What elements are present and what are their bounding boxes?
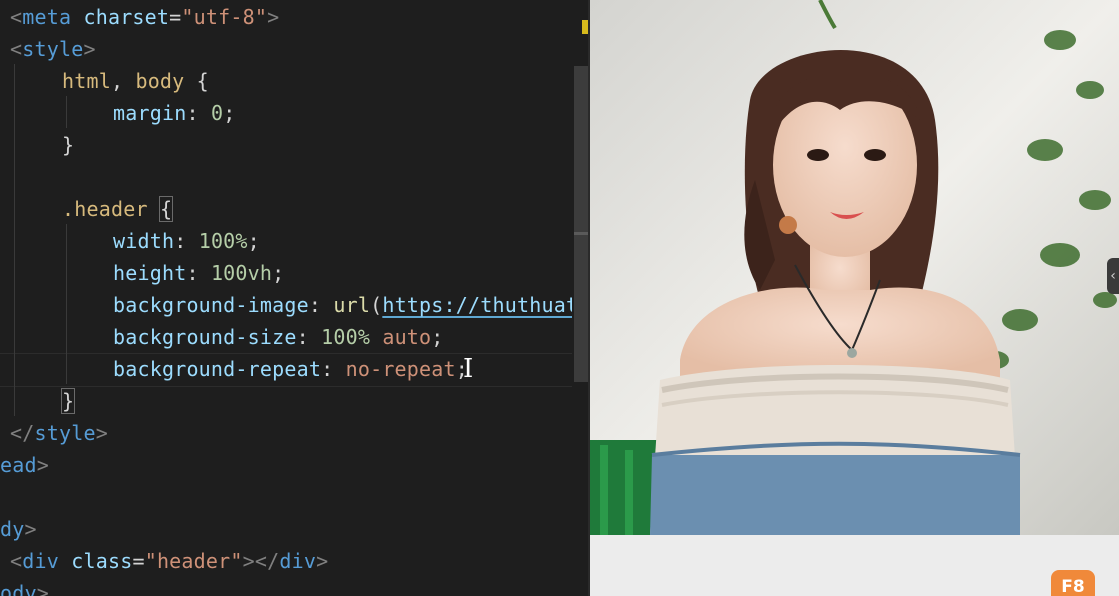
code-token: > [36,581,49,596]
code-token: ; [431,325,444,349]
code-line[interactable]: background-image: url(https://thuthuat [113,289,578,321]
code-line[interactable]: } [62,129,74,161]
code-line[interactable]: ody> [0,577,49,596]
code-token: div [22,549,59,573]
code-token: "utf-8" [181,5,268,29]
code-token: ody [0,581,37,596]
code-editor[interactable]: <meta charset="utf-8"> <style> html, body … [0,0,588,596]
code-token: style [22,37,84,61]
code-line[interactable]: height: 100vh; [113,257,284,289]
code-token: 100% [198,229,248,253]
code-token: .header [62,197,148,221]
code-line[interactable]: .header { [62,193,174,225]
code-token: : [308,293,334,317]
code-token: : [186,261,211,285]
code-token: div [279,549,317,573]
code-token: no-repeat [345,357,456,381]
editor-scrollbar-thumb[interactable] [574,66,588,382]
code-line[interactable]: <meta charset="utf-8"> [10,1,279,33]
code-token: style [34,421,96,445]
indent-guide [66,96,67,128]
code-token: "header" [144,549,243,573]
code-token: > [36,453,49,477]
indent-guide [14,64,15,416]
code-line[interactable]: ead> [0,449,49,481]
browser-preview: ‹ F8 [590,0,1119,596]
code-token: > [95,421,108,445]
code-token: : [296,325,322,349]
code-token: < [10,5,23,29]
code-token: background-repeat [113,357,322,381]
code-token: = [169,5,182,29]
code-token: = [132,549,145,573]
I-beam-icon: I [463,354,474,384]
code-token: background-image [113,293,309,317]
code-line[interactable]: background-size: 100% auto; [113,321,444,353]
code-token: , [110,69,136,93]
code-token: : [186,101,211,125]
code-line[interactable]: margin: 0; [113,97,235,129]
code-token: < [10,549,23,573]
code-token: { [184,69,209,93]
code-token: ; [272,261,285,285]
code-token: ></ [242,549,280,573]
indent-guide [66,224,67,384]
code-line[interactable]: } [60,385,76,417]
code-token: { [158,196,174,222]
code-token: </ [10,421,35,445]
code-token: html [62,69,111,93]
code-token: class [71,549,133,573]
code-token: ead [0,453,37,477]
code-line[interactable]: width: 100%; [113,225,260,257]
code-token: https://thuthuat [382,293,579,317]
code-line[interactable]: background-repeat: no-repeat; [113,353,468,385]
code-token: url [333,293,371,317]
code-token: > [83,37,96,61]
code-token: } [62,133,75,157]
code-token: : [321,357,346,381]
code-token: : [174,229,199,253]
code-token: > [24,517,37,541]
code-token: > [316,549,329,573]
code-token: < [10,37,23,61]
code-token: background-size [113,325,297,349]
code-line[interactable]: <style> [10,33,96,65]
chevron-left-icon[interactable]: ‹ [1107,258,1119,294]
code-token: auto [382,325,432,349]
code-token: 100vh [210,261,273,285]
code-token: width [113,229,175,253]
code-line[interactable]: </style> [10,417,108,449]
code-token: ; [247,229,260,253]
code-token: meta [22,5,72,29]
portrait-photo [590,0,1119,535]
code-token: charset [83,5,170,29]
code-token: ; [223,101,236,125]
code-token: } [60,388,76,414]
code-line[interactable]: html, body { [62,65,209,97]
code-token: ( [370,293,383,317]
code-token: dy [0,517,25,541]
scroll-marker [574,232,588,235]
code-token: height [113,261,187,285]
f8-logo-badge: F8 [1051,570,1095,596]
code-token: margin [113,101,187,125]
code-line[interactable]: <div class="header"></div> [10,545,328,577]
code-token: 0 [210,101,224,125]
code-token: 100% [321,325,371,349]
code-token: > [267,5,280,29]
code-token: body [135,69,185,93]
header-background-image [590,0,1119,535]
code-line[interactable]: dy> [0,513,37,545]
